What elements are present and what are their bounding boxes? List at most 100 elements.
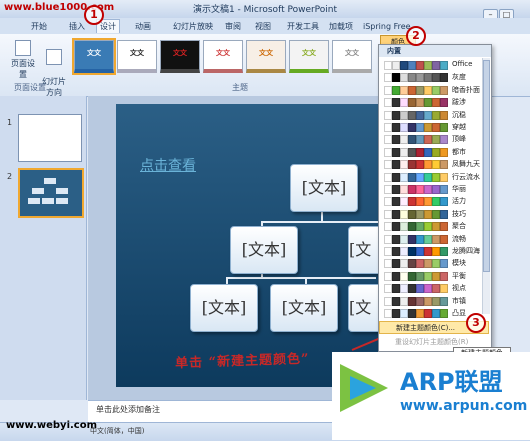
color-swatch (440, 61, 448, 70)
tab-7[interactable]: 开发工具 (284, 20, 322, 33)
smartart-box[interactable]: [文本] (190, 284, 258, 332)
color-swatch (400, 61, 408, 70)
slide-title-link[interactable]: 点击查看 (140, 155, 196, 175)
color-swatch (392, 234, 400, 244)
theme-color-item[interactable]: 视点 (380, 282, 486, 294)
theme-color-item[interactable]: 聚合 (380, 220, 486, 232)
color-swatch (384, 185, 392, 194)
color-swatch (432, 284, 440, 294)
color-swatch (384, 271, 392, 281)
themes-gallery: 文文 文文 文文 文文 文文 文文 文文 (70, 38, 375, 80)
color-swatch (416, 185, 424, 194)
color-swatch (384, 147, 392, 157)
color-swatch (392, 147, 400, 157)
color-swatch (432, 247, 440, 256)
theme-thumbnail[interactable]: 文文 (72, 38, 116, 75)
color-swatch (408, 271, 416, 281)
tab-9[interactable]: iSpring Free (360, 20, 414, 33)
theme-thumbnail[interactable]: 文文 (160, 40, 200, 73)
color-swatch (400, 209, 408, 219)
brand-url: www.arpun.com (400, 398, 528, 414)
color-swatch (400, 271, 408, 281)
color-swatch (384, 222, 392, 232)
color-swatch (424, 309, 432, 318)
theme-color-name: 模块 (452, 259, 466, 268)
color-swatch (432, 209, 440, 219)
theme-thumbnail[interactable]: 文文 (117, 40, 157, 73)
tab-0[interactable]: 开始 (28, 20, 50, 33)
color-swatch (440, 296, 448, 306)
color-swatch (392, 309, 400, 318)
color-swatch (392, 197, 400, 207)
slide-thumbnail-1[interactable] (18, 114, 82, 162)
theme-color-item[interactable]: Office (380, 59, 486, 71)
color-swatch (400, 135, 408, 145)
color-swatch (424, 259, 432, 269)
dropdown-scroll-thumb[interactable] (483, 60, 490, 272)
theme-color-item[interactable]: 行云流水 (380, 171, 486, 183)
theme-color-name: 平衡 (452, 271, 466, 280)
theme-color-item[interactable]: 活力 (380, 195, 486, 207)
theme-color-item[interactable]: 暗香扑面 (380, 84, 486, 96)
slide-thumbnail-2[interactable] (18, 168, 84, 218)
color-swatch (432, 123, 440, 132)
smartart-box[interactable]: [文本] (290, 164, 358, 212)
color-swatch (408, 147, 416, 157)
arp-logo-icon (340, 364, 388, 412)
color-swatch (392, 85, 400, 95)
theme-color-item[interactable]: 顶峰 (380, 133, 486, 145)
theme-color-name: 沉稳 (452, 110, 466, 119)
color-swatch (424, 110, 432, 120)
color-swatch (424, 234, 432, 244)
smartart-box[interactable]: [文本] (270, 284, 338, 332)
theme-color-item[interactable]: 平衡 (380, 270, 486, 282)
tab-1[interactable]: 插入 (66, 20, 88, 33)
theme-color-item[interactable]: 模块 (380, 257, 486, 269)
dropdown-header: 内置 (379, 45, 491, 57)
color-swatch (424, 271, 432, 281)
color-swatch (384, 284, 392, 294)
color-swatch (408, 259, 416, 269)
color-swatch (400, 309, 408, 318)
theme-color-item[interactable]: 沉稳 (380, 109, 486, 121)
color-swatch (416, 197, 424, 207)
color-swatch (432, 98, 440, 108)
theme-color-item[interactable]: 穿越 (380, 121, 486, 133)
tab-3[interactable]: 动画 (132, 20, 154, 33)
tab-8[interactable]: 加载项 (326, 20, 356, 33)
tab-4[interactable]: 幻灯片放映 (170, 20, 216, 33)
connector-line (226, 277, 376, 279)
theme-color-item[interactable]: 龙腾四海 (380, 245, 486, 257)
color-swatch (400, 284, 408, 294)
color-swatch (432, 197, 440, 207)
tab-6[interactable]: 视图 (252, 20, 274, 33)
color-swatch (384, 73, 392, 83)
theme-color-item[interactable]: 灰度 (380, 71, 486, 83)
color-swatch (384, 247, 392, 256)
theme-color-item[interactable]: 跋涉 (380, 96, 486, 108)
theme-color-item[interactable]: 流畅 (380, 233, 486, 245)
color-swatch (416, 234, 424, 244)
page-group-label: 页面设置 (14, 83, 46, 92)
theme-color-item[interactable]: 市镇 (380, 295, 486, 307)
color-swatch (424, 73, 432, 83)
theme-thumbnail[interactable]: 文文 (289, 40, 329, 73)
color-swatch (440, 209, 448, 219)
theme-thumbnail[interactable]: 文文 (203, 40, 243, 73)
color-swatch (384, 160, 392, 170)
color-swatch (384, 197, 392, 207)
theme-color-item[interactable]: 凤舞九天 (380, 158, 486, 170)
color-swatch (384, 209, 392, 219)
color-swatch (400, 197, 408, 207)
theme-color-item[interactable]: 技巧 (380, 208, 486, 220)
theme-color-name: 技巧 (452, 209, 466, 218)
theme-color-item[interactable]: 华丽 (380, 183, 486, 195)
theme-thumbnail[interactable]: 文文 (332, 40, 372, 73)
color-swatch (432, 296, 440, 306)
smartart-box[interactable]: [文本] (230, 226, 298, 274)
page-setup-button[interactable]: 页面设置 (8, 40, 38, 80)
color-swatch (432, 234, 440, 244)
theme-color-item[interactable]: 都市 (380, 146, 486, 158)
tab-5[interactable]: 审阅 (222, 20, 244, 33)
theme-thumbnail[interactable]: 文文 (246, 40, 286, 73)
